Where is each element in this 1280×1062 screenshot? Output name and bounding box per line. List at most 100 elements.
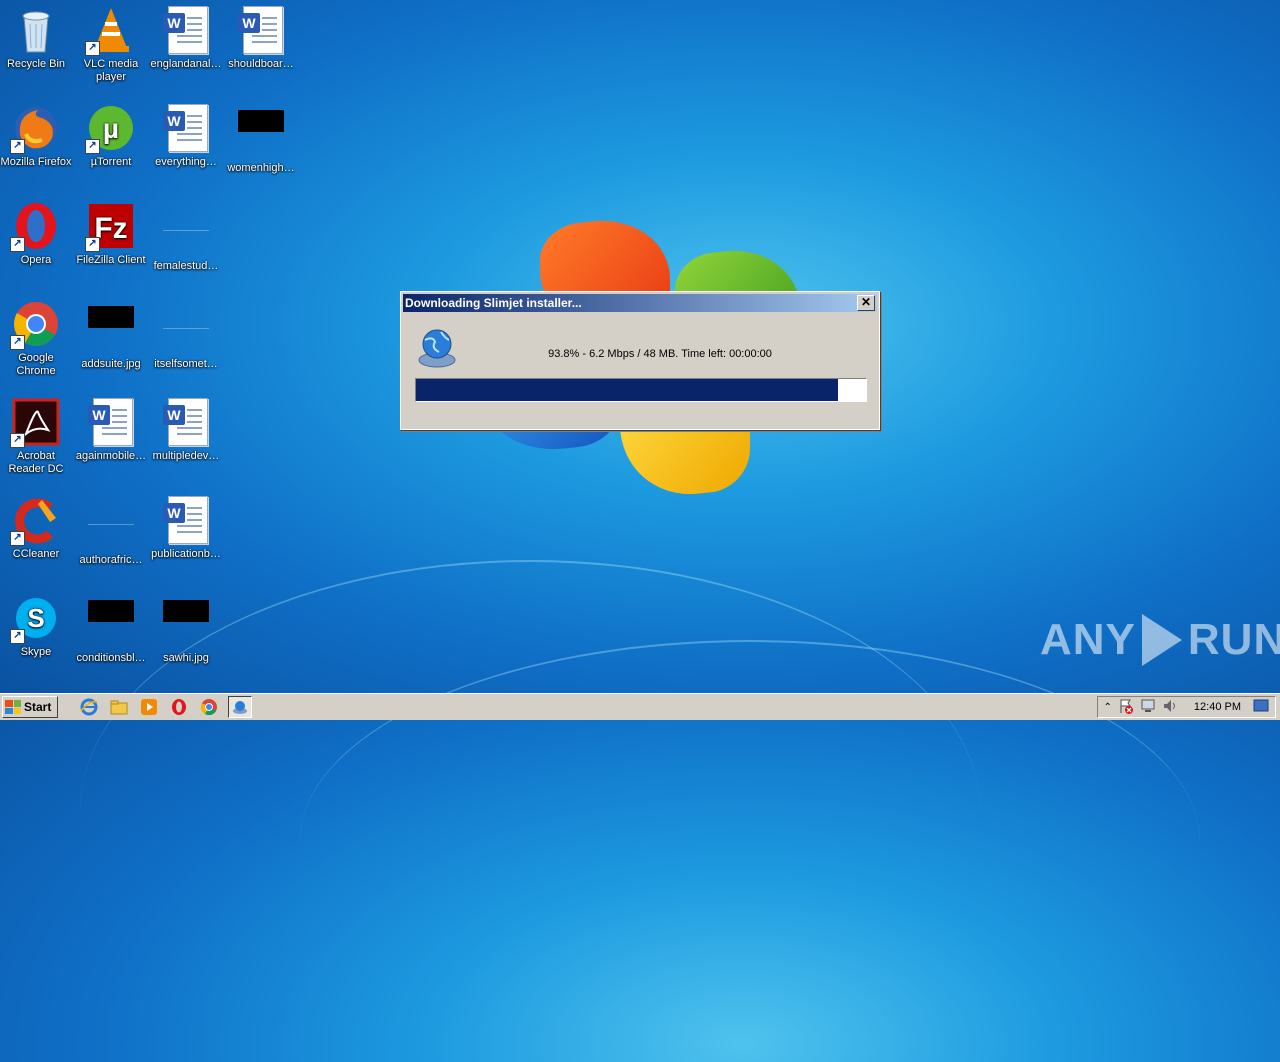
quick-launch [78, 696, 253, 718]
flag-alert-icon[interactable] [1118, 698, 1134, 717]
desktop-icon-label: authorafric… [79, 554, 143, 566]
internet-explorer-icon[interactable] [78, 697, 100, 717]
desktop-icon-opera[interactable]: ↗ Opera [0, 196, 74, 267]
desktop-icon-filezilla[interactable]: Fz ↗ FileZilla Client [73, 196, 149, 267]
shortcut-arrow-icon: ↗ [10, 433, 25, 448]
desktop-icon-label: Google Chrome [16, 352, 56, 377]
download-status: 93.8% - 6.2 Mbps / 48 MB. Time left: 00:… [548, 348, 772, 360]
desktop-icon-label: Acrobat Reader DC [8, 450, 64, 475]
opera-icon: ↗ [10, 202, 60, 252]
clock[interactable]: 12:40 PM [1194, 701, 1241, 713]
desktop-icon-authorafric[interactable]: authorafric… [73, 490, 149, 567]
desktop-icon-label: againmobile… [75, 450, 147, 462]
desktop-icon-englandanal[interactable]: W englandanal… [148, 0, 224, 71]
start-button[interactable]: Start [2, 696, 59, 718]
volume-icon[interactable] [1162, 698, 1178, 717]
word-doc-icon: W [162, 104, 210, 152]
desktop-icon-label: sawhi.jpg [163, 652, 209, 664]
shortcut-arrow-icon: ↗ [10, 335, 25, 350]
shortcut-arrow-icon: ↗ [10, 531, 25, 546]
word-doc-icon: W [162, 496, 210, 544]
chevron-up-icon[interactable]: ⌃ [1104, 702, 1112, 713]
desktop-icon-label: addsuite.jpg [81, 358, 141, 370]
desktop-icon-label: Recycle Bin [6, 58, 66, 70]
dialog-titlebar[interactable]: Downloading Slimjet installer... ✕ [403, 294, 877, 312]
desktop-icon-sawhi[interactable]: sawhi.jpg [148, 588, 224, 665]
desktop-icon-label: conditionsbl… [76, 652, 146, 664]
progress-fill [416, 379, 839, 401]
desktop-icon-conditionsbl[interactable]: conditionsbl… [73, 588, 149, 665]
vlc-icon: ↗ [85, 6, 135, 56]
download-progress-bar [415, 378, 867, 402]
utorrent-icon: µ ↗ [85, 104, 135, 154]
desktop-icon-label: multipledev… [152, 450, 220, 462]
desktop-icon-everything[interactable]: W everything… [148, 98, 224, 169]
image-file-icon [237, 110, 285, 158]
windows-flag-icon [5, 700, 21, 714]
close-button[interactable]: ✕ [857, 295, 875, 311]
network-icon[interactable] [1140, 698, 1156, 717]
desktop-icon-label: everything… [155, 156, 217, 168]
desktop-icon-skype[interactable]: S ↗ Skype [0, 588, 74, 659]
desktop-icon-label: VLC media player [83, 58, 139, 83]
skype-icon: S ↗ [10, 594, 60, 644]
svg-text:µ: µ [103, 113, 119, 144]
desktop-icon-label: shouldboar… [228, 58, 294, 70]
shortcut-arrow-icon: ↗ [85, 139, 100, 154]
desktop-icon-label: Mozilla Firefox [0, 156, 72, 168]
play-icon [1141, 614, 1182, 666]
shortcut-arrow-icon: ↗ [10, 139, 25, 154]
desktop-icon-addsuite[interactable]: addsuite.jpg [73, 294, 149, 371]
desktop-icon-label: Skype [20, 646, 52, 658]
desktop-icon-multipledev[interactable]: W multipledev… [148, 392, 224, 463]
dialog-title: Downloading Slimjet installer... [405, 296, 582, 310]
taskbar: Start ⌃ 12:40 PM [0, 693, 1280, 720]
acrobat-icon: ↗ [10, 398, 60, 448]
desktop-icon-vlc[interactable]: ↗ VLC media player [73, 0, 149, 84]
opera-icon[interactable] [168, 697, 190, 717]
desktop-icon-womenhigh[interactable]: womenhigh… [223, 98, 299, 175]
desktop-icon-publicationb[interactable]: W publicationb… [148, 490, 224, 561]
desktop-icon-utorrent[interactable]: µ ↗ µTorrent [73, 98, 149, 169]
image-file-icon [87, 600, 135, 648]
installer-icon[interactable] [228, 696, 253, 718]
image-file-icon [87, 306, 135, 354]
desktop-icon-shouldboar[interactable]: W shouldboar… [223, 0, 299, 71]
shortcut-arrow-icon: ↗ [85, 237, 100, 252]
desktop-icon-femalestud[interactable]: femalestud… [148, 196, 224, 273]
ccleaner-icon: ↗ [10, 496, 60, 546]
shortcut-arrow-icon: ↗ [10, 237, 25, 252]
word-doc-icon: W [162, 398, 210, 446]
desktop-icon-againmobile[interactable]: W againmobile… [73, 392, 149, 463]
download-dialog: Downloading Slimjet installer... ✕ 93.8%… [400, 291, 880, 430]
chrome-icon: ↗ [10, 300, 60, 350]
media-player-icon[interactable] [138, 697, 160, 717]
desktop-icon-label: µTorrent [90, 156, 132, 168]
desktop-icon-label: publicationb… [151, 548, 221, 560]
file-icon [87, 502, 135, 550]
desktop-icon-firefox[interactable]: ↗ Mozilla Firefox [0, 98, 74, 169]
file-icon [162, 208, 210, 256]
desktop-icon-acrobat[interactable]: ↗ Acrobat Reader DC [0, 392, 74, 476]
system-tray: ⌃ 12:40 PM [1096, 696, 1276, 718]
show-desktop-icon[interactable] [1253, 699, 1269, 716]
desktop-icon-chrome[interactable]: ↗ Google Chrome [0, 294, 74, 378]
filezilla-icon: Fz ↗ [85, 202, 135, 252]
shortcut-arrow-icon: ↗ [10, 629, 25, 644]
desktop-icon-itselfsomet[interactable]: itselfsomet… [148, 294, 224, 371]
word-doc-icon: W [237, 6, 285, 54]
word-doc-icon: W [162, 6, 210, 54]
shortcut-arrow-icon: ↗ [85, 41, 100, 56]
svg-text:S: S [27, 603, 44, 633]
desktop-icon-label: womenhigh… [227, 162, 295, 174]
start-label: Start [24, 700, 52, 714]
firefox-icon: ↗ [10, 104, 60, 154]
anyrun-watermark: ANY RUN [1040, 614, 1280, 666]
folder-icon[interactable] [108, 697, 130, 717]
chrome-icon[interactable] [198, 697, 220, 717]
desktop-icon-recycle-bin[interactable]: Recycle Bin [0, 0, 74, 71]
image-file-icon [162, 600, 210, 648]
desktop-icon-ccleaner[interactable]: ↗ CCleaner [0, 490, 74, 561]
desktop-icon-label: englandanal… [150, 58, 222, 70]
desktop-icon-label: Opera [20, 254, 52, 266]
